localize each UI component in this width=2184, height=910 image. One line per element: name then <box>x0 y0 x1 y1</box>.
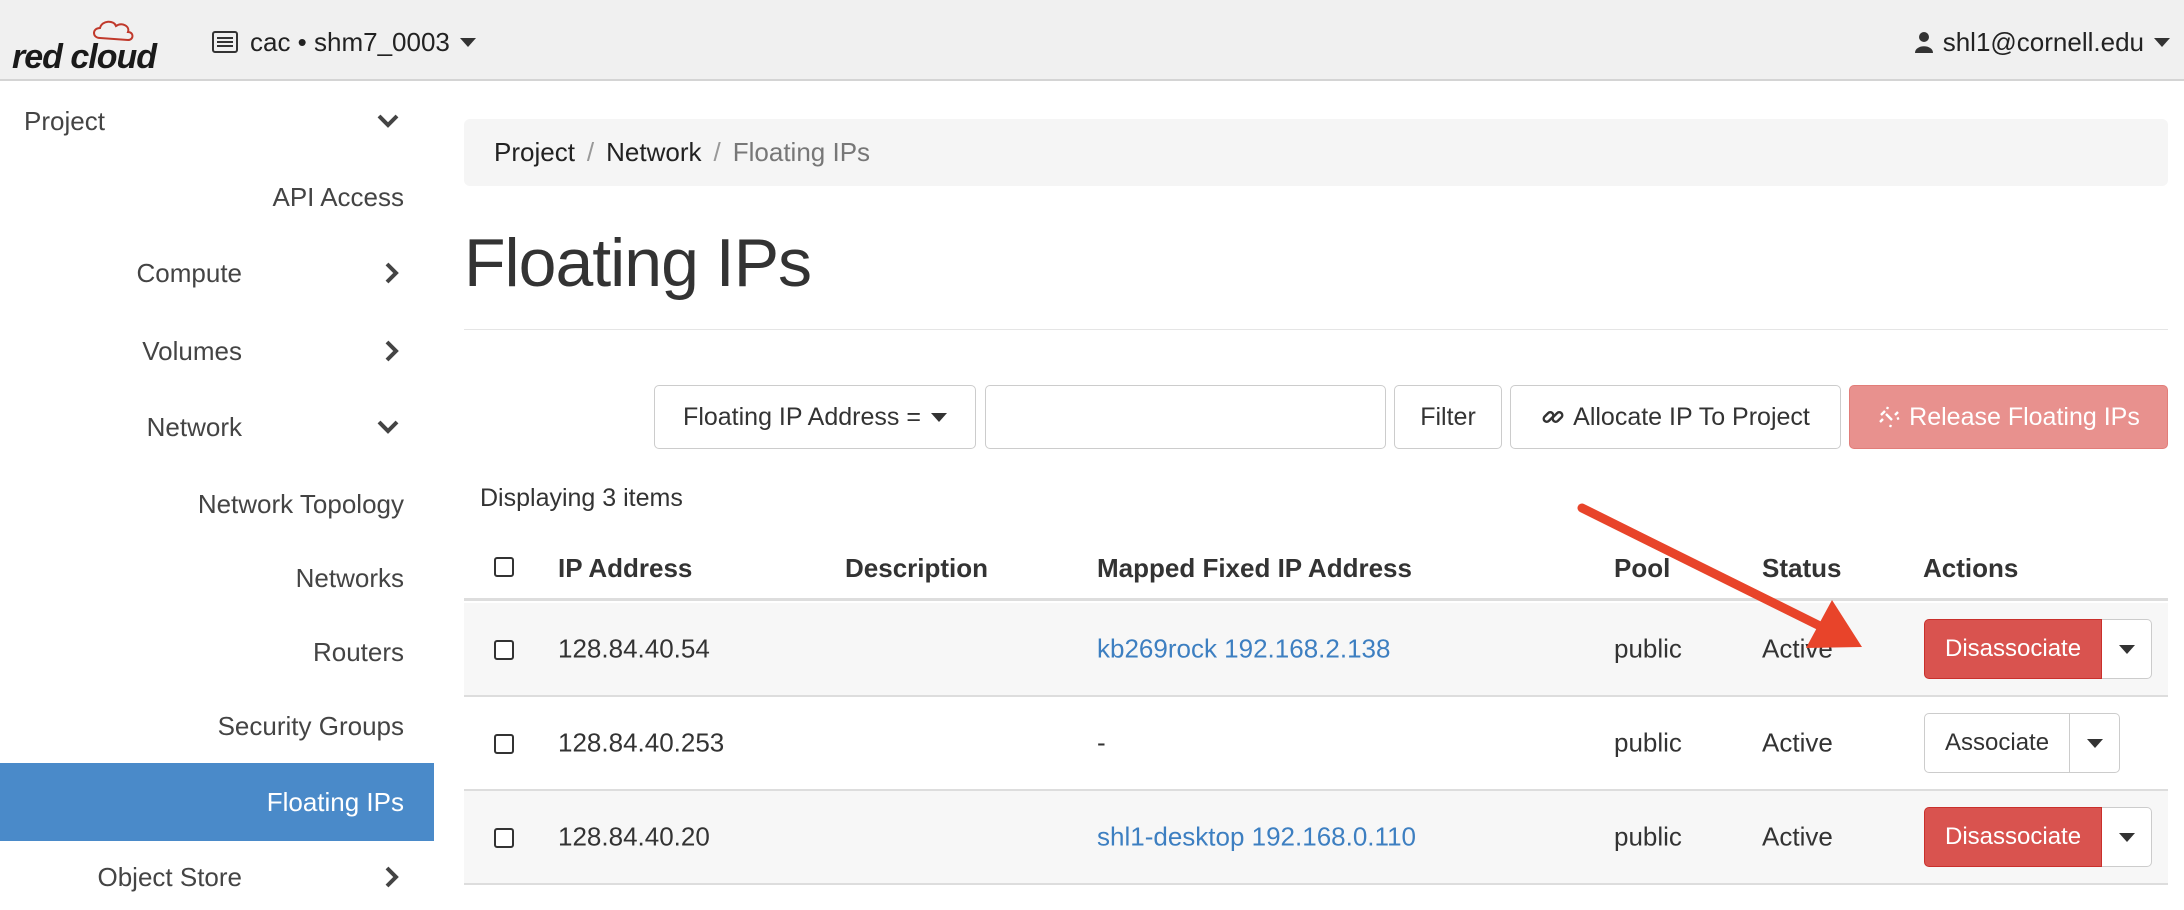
sidebar-item-api-access[interactable]: API Access <box>0 167 434 227</box>
sidebar-item-label: Project <box>24 105 105 136</box>
breadcrumb-network[interactable]: Network <box>606 137 701 168</box>
column-status[interactable]: Status <box>1762 553 1841 584</box>
table-row: 128.84.40.253 - public Active Associate <box>464 697 2168 791</box>
sidebar-item-label: Routers <box>312 636 404 667</box>
row-actions: Disassociate <box>1924 807 2153 867</box>
sidebar-item-label: Volumes <box>142 335 242 366</box>
chevron-right-icon <box>385 262 399 284</box>
column-actions: Actions <box>1923 553 2019 583</box>
status-cell: Active <box>1762 633 1833 664</box>
project-label: cac • shm7_0003 <box>250 26 450 57</box>
row-actions: Disassociate <box>1924 619 2153 679</box>
user-email: shl1@cornell.edu <box>1942 26 2144 57</box>
column-pool[interactable]: Pool <box>1614 553 1670 584</box>
filter-field-label: Floating IP Address = <box>683 402 921 431</box>
mapped-ip-link[interactable]: kb269rock 192.168.2.138 <box>1097 634 1390 665</box>
actions-dropdown-toggle[interactable] <box>2070 713 2121 773</box>
caret-down-icon <box>2118 644 2135 654</box>
column-description[interactable]: Description <box>845 553 988 584</box>
row-actions: Associate <box>1924 713 2121 773</box>
sidebar-item-network[interactable]: Network <box>0 397 434 457</box>
associate-button[interactable]: Associate <box>1924 713 2071 773</box>
table-row: 128.84.40.20 shl1-desktop 192.168.0.110 … <box>464 791 2168 885</box>
sidebar-item-label: Security Groups <box>217 710 404 741</box>
sidebar-item-label: Floating IPs <box>266 786 404 817</box>
sidebar-item-label: Networks <box>295 562 404 593</box>
sidebar-item-label: Network <box>146 411 242 442</box>
sidebar-item-routers[interactable]: Routers <box>0 622 434 682</box>
chevron-down-icon <box>377 114 399 128</box>
select-all-checkbox[interactable] <box>494 557 514 577</box>
sidebar-item-project[interactable]: Project <box>0 91 434 151</box>
top-navbar: red cloud cac • shm7_0003 shl1@cornell.e… <box>0 0 2184 81</box>
mapped-ip-link[interactable]: shl1-desktop 192.168.0.110 <box>1097 822 1416 853</box>
sidebar-item-object-store[interactable]: Object Store <box>0 847 434 907</box>
status-cell: Active <box>1762 821 1833 852</box>
breadcrumb-project[interactable]: Project <box>494 137 575 168</box>
red-cloud-logo[interactable]: red cloud <box>12 16 172 76</box>
allocate-ip-button[interactable]: Allocate IP To Project <box>1510 385 1841 449</box>
list-icon <box>212 31 238 53</box>
pool-cell: public <box>1614 821 1682 852</box>
sidebar-item-label: API Access <box>272 181 405 212</box>
logo-text: red cloud <box>12 38 157 76</box>
sidebar-item-volumes[interactable]: Volumes <box>0 321 434 381</box>
unlink-icon <box>1879 406 1900 428</box>
table-row: 128.84.40.54 kb269rock 192.168.2.138 pub… <box>464 603 2168 697</box>
display-count: Displaying 3 items <box>480 484 683 512</box>
column-ip-address[interactable]: IP Address <box>558 553 692 584</box>
project-switcher[interactable]: cac • shm7_0003 <box>212 24 476 60</box>
link-icon <box>1542 411 1564 423</box>
actions-dropdown-toggle[interactable] <box>2102 619 2153 679</box>
mapped-ip-cell: - <box>1097 727 1106 758</box>
filter-button[interactable]: Filter <box>1394 385 1502 449</box>
breadcrumb-separator: / <box>586 137 595 167</box>
sidebar-item-label: Network Topology <box>197 488 404 519</box>
pool-cell: public <box>1614 633 1682 664</box>
row-checkbox[interactable] <box>494 640 514 660</box>
sidebar-item-floating-ips[interactable]: Floating IPs <box>0 763 434 841</box>
user-menu[interactable]: shl1@cornell.edu <box>1914 24 2170 60</box>
release-floating-ips-button[interactable]: Release Floating IPs <box>1849 385 2168 449</box>
ip-address-cell: 128.84.40.253 <box>558 727 725 758</box>
breadcrumb-current: Floating IPs <box>732 137 871 167</box>
chevron-right-icon <box>385 340 399 362</box>
allocate-ip-label: Allocate IP To Project <box>1573 402 1810 431</box>
table-header: IP Address Description Mapped Fixed IP A… <box>464 533 2168 601</box>
sidebar: Project API Access Compute Volumes Netwo… <box>0 83 434 910</box>
status-cell: Active <box>1762 727 1833 758</box>
filter-field-select[interactable]: Floating IP Address = <box>654 385 976 449</box>
caret-down-icon <box>459 37 476 47</box>
disassociate-button[interactable]: Disassociate <box>1924 619 2103 679</box>
filter-input[interactable] <box>985 385 1386 449</box>
disassociate-button[interactable]: Disassociate <box>1924 807 2103 867</box>
sidebar-item-networks[interactable]: Networks <box>0 548 434 608</box>
sidebar-item-label: Compute <box>136 257 243 288</box>
row-checkbox[interactable] <box>494 734 514 754</box>
divider <box>464 329 2168 330</box>
chevron-right-icon <box>385 866 399 888</box>
sidebar-item-network-topology[interactable]: Network Topology <box>0 474 434 534</box>
breadcrumb-separator: / <box>713 137 721 167</box>
filter-button-label: Filter <box>1420 402 1476 431</box>
release-floating-ips-label: Release Floating IPs <box>1909 402 2140 431</box>
sidebar-item-security-groups[interactable]: Security Groups <box>0 696 434 756</box>
user-icon <box>1914 32 1933 53</box>
breadcrumb: Project / Network / Floating IPs <box>464 119 2168 186</box>
ip-address-cell: 128.84.40.20 <box>558 821 710 852</box>
actions-dropdown-toggle[interactable] <box>2102 807 2153 867</box>
column-mapped-fixed-ip[interactable]: Mapped Fixed IP Address <box>1097 553 1412 584</box>
caret-down-icon <box>930 412 947 422</box>
sidebar-item-label: Object Store <box>97 861 242 892</box>
caret-down-icon <box>2154 37 2170 47</box>
caret-down-icon <box>2086 738 2103 748</box>
sidebar-item-compute[interactable]: Compute <box>0 243 434 303</box>
caret-down-icon <box>2118 832 2135 842</box>
pool-cell: public <box>1614 727 1682 758</box>
row-checkbox[interactable] <box>494 828 514 848</box>
chevron-down-icon <box>377 420 399 434</box>
page-title: Floating IPs <box>464 225 812 301</box>
ip-address-cell: 128.84.40.54 <box>558 633 710 664</box>
